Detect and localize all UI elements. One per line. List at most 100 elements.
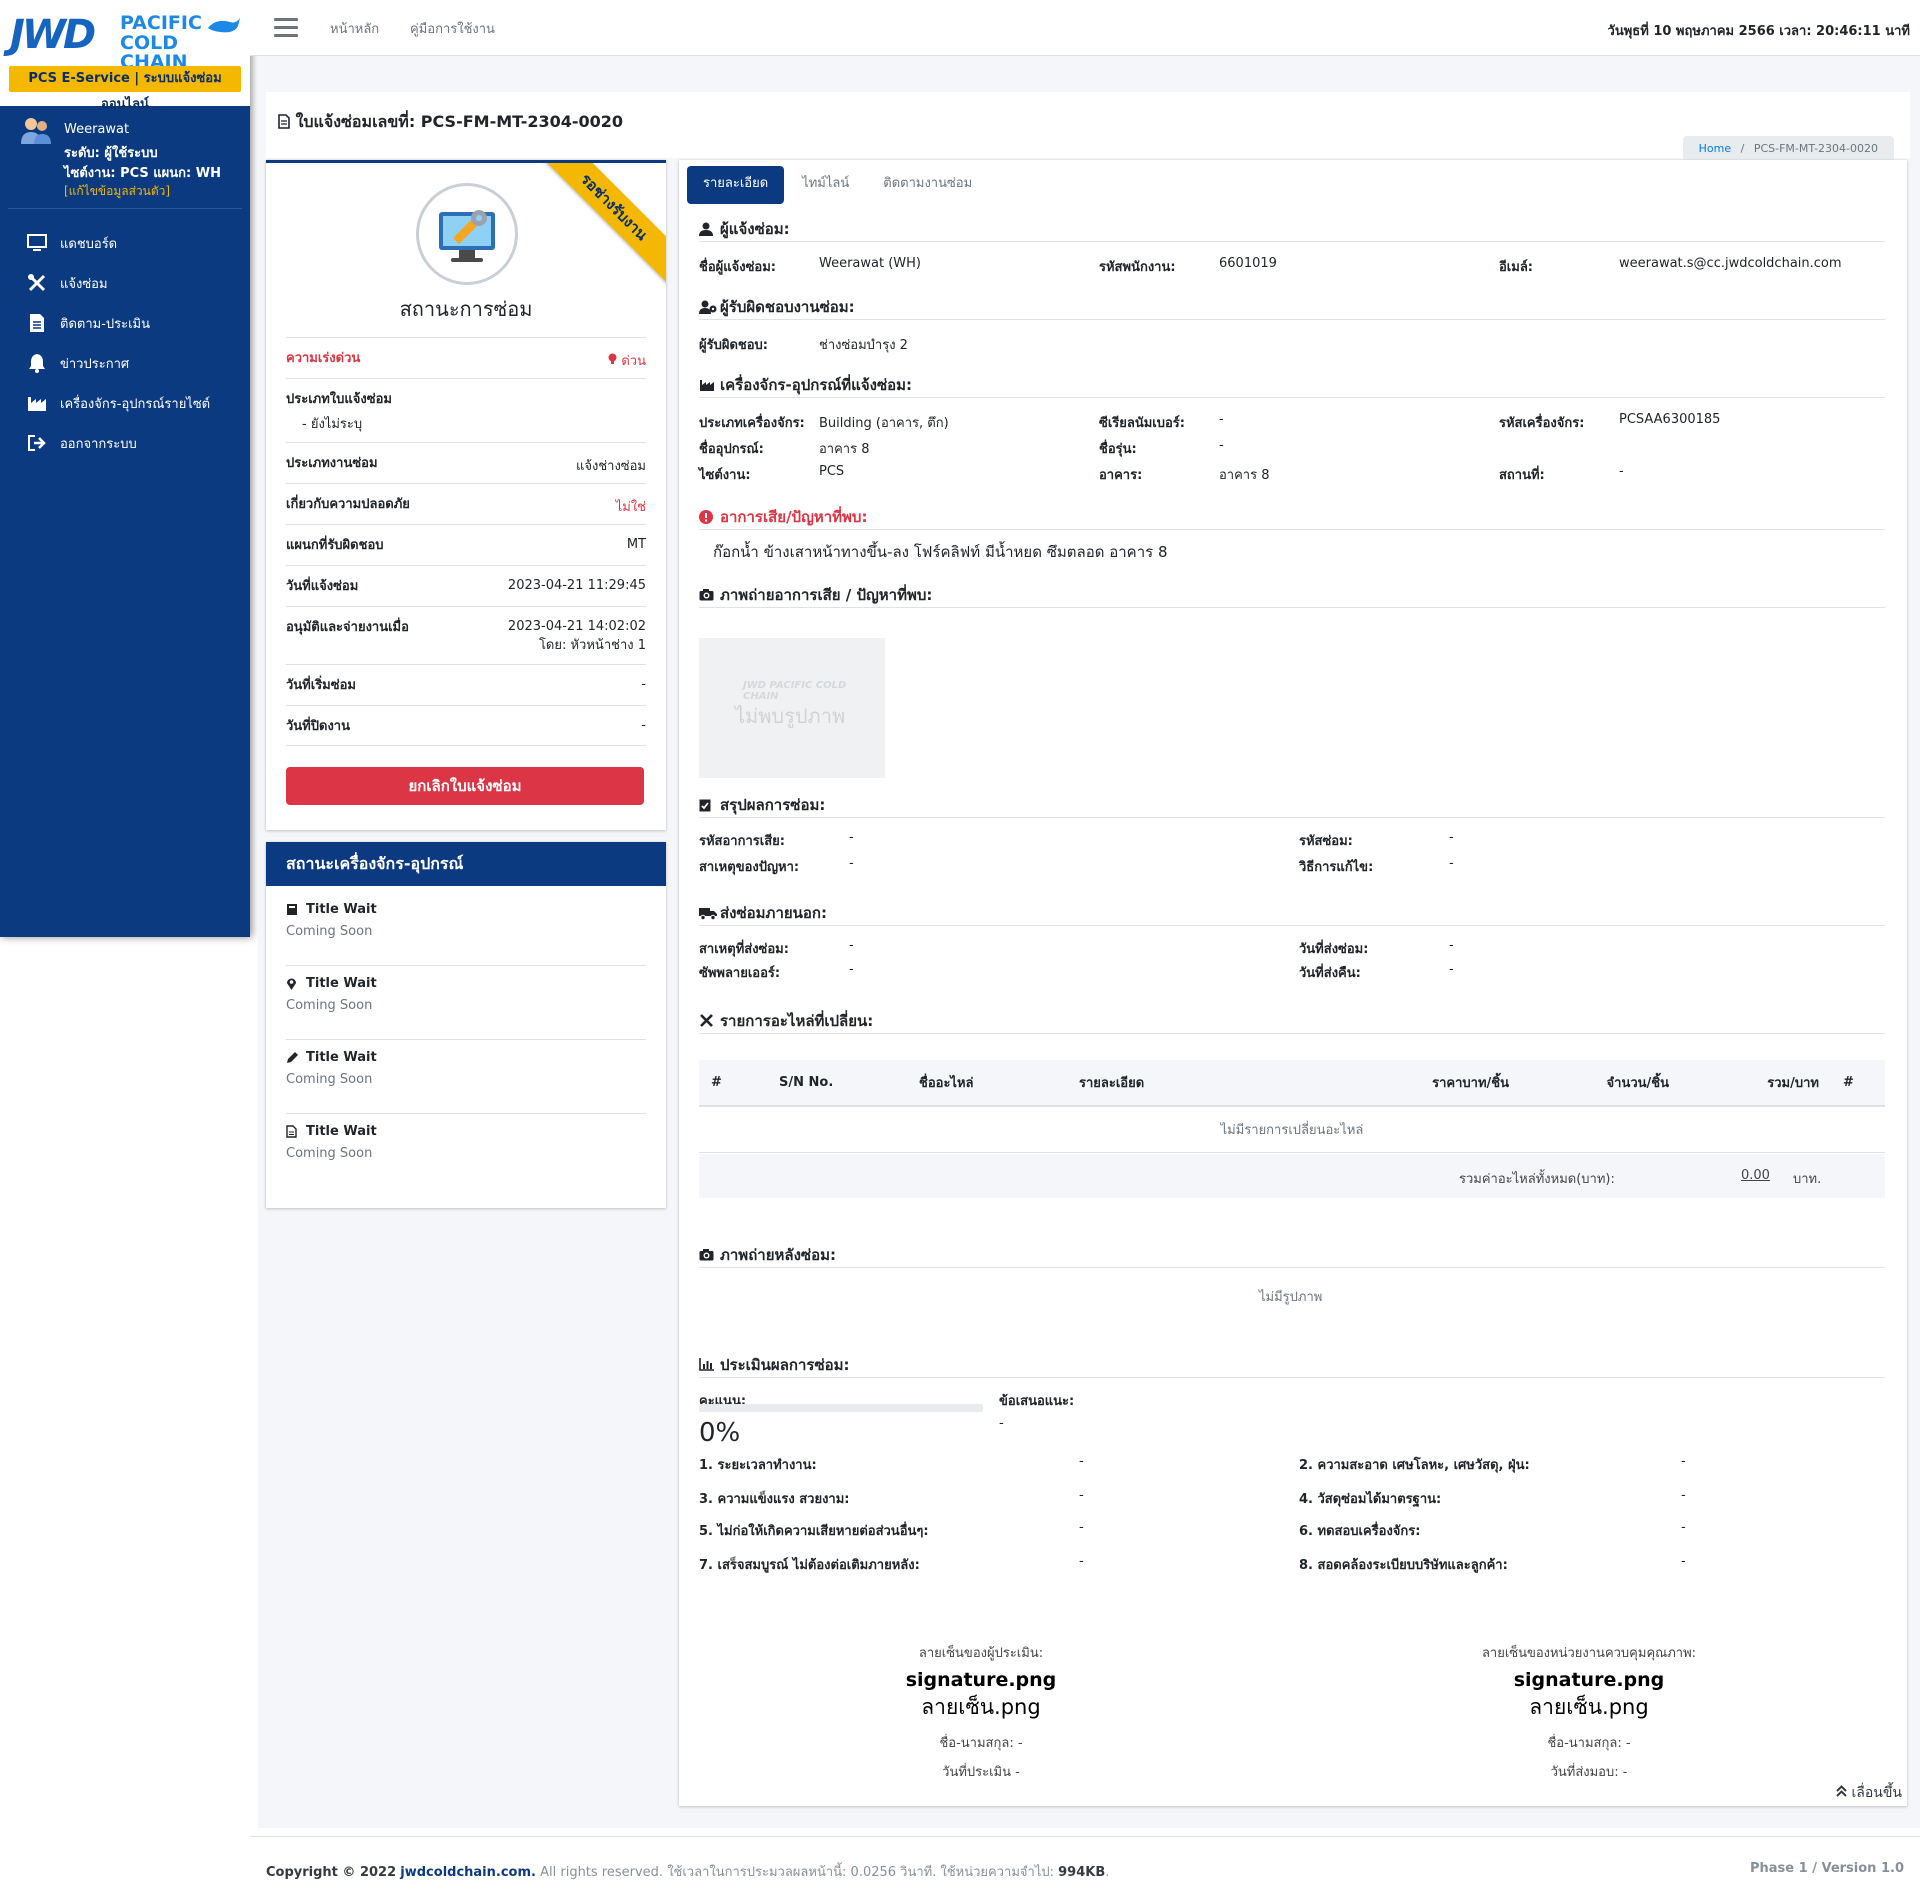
col-total: รวม/บาท	[1669, 1060, 1819, 1107]
responsible-value: ช่างซ่อมบำรุง 2	[819, 338, 908, 353]
approve-row: อนุมัติและจ่ายงานเมื่อ 2023-04-21 14:02:…	[286, 606, 646, 664]
tab-details[interactable]: รายละเอียด	[687, 166, 785, 204]
signature-image-alt-th: ลายเซ็น.png	[921, 1695, 1041, 1719]
breadcrumb-home[interactable]: Home	[1699, 142, 1731, 155]
menu-toggle-icon[interactable]	[274, 18, 298, 38]
machine-section: เครื่องจักร-อุปกรณ์ที่แจ้งซ่อม: ประเภทเค…	[699, 372, 1885, 483]
brand: JWD PACIFIC COLD CHAIN PCS E-Service | ร…	[0, 0, 250, 112]
brand-logo[interactable]: JWD PACIFIC COLD CHAIN	[10, 12, 240, 72]
section-heading: ประเมินผลการซ่อม:	[699, 1352, 1885, 1378]
item-subtitle: Coming Soon	[286, 1072, 373, 1087]
breadcrumb-current: PCS-FM-MT-2304-0020	[1753, 142, 1878, 155]
nav-home-link[interactable]: หน้าหลัก	[330, 18, 379, 39]
nav-manual-link[interactable]: คู่มือการใช้งาน	[410, 18, 495, 39]
suggestion-label: ข้อเสนอแนะ:	[999, 1394, 1075, 1409]
lightbulb-icon	[608, 353, 617, 364]
job-type-label: ประเภทงานซ่อม	[286, 456, 378, 471]
col-part-name: ชื่ออะไหล่	[889, 1060, 1049, 1107]
sidebar-item-report[interactable]: แจ้งซ่อม	[0, 263, 250, 303]
section-heading: ผู้แจ้งซ่อม:	[699, 216, 1885, 242]
sidebar-item-news[interactable]: ข่าวประกาศ	[0, 343, 250, 383]
outsource-reason-value: -	[849, 938, 854, 953]
sidebar-item-label: เครื่องจักร-อุปกรณ์รายไซต์	[60, 396, 211, 412]
email-value: weerawat.s@cc.jwdcoldchain.com	[1619, 256, 1842, 271]
criteria-value: -	[1079, 1488, 1084, 1503]
outsource-section: ส่งซ่อมภายนอก: สาเหตุที่ส่งซ่อม: - วันที…	[699, 900, 1885, 981]
report-date-value: 2023-04-21 11:29:45	[507, 578, 646, 593]
sidebar-item-dashboard[interactable]: แดชบอร์ด	[0, 223, 250, 263]
truck-icon	[699, 906, 717, 920]
tab-tracking[interactable]: ติดตามงานซ่อม	[867, 166, 988, 204]
whale-icon	[208, 18, 240, 33]
signature-title: ลายเซ็นของผู้ประเมิน:	[918, 1646, 1044, 1661]
map-marker-icon	[286, 977, 302, 991]
signature-image-alt: signature.png	[1513, 1669, 1665, 1691]
page-header: ใบแจ้งซ่อมเลขที่: PCS-FM-MT-2304-0020 Ho…	[266, 92, 1910, 162]
item-title: Title Wait	[306, 1124, 377, 1139]
approve-label: อนุมัติและจ่ายงานเมื่อ	[286, 620, 409, 635]
signature-image-alt-th: ลายเซ็น.png	[1529, 1695, 1649, 1719]
problem-text: ก๊อกน้ำ ข้างเสาหน้าทางขึ้น-ลง โฟร์คลิฟท์…	[713, 543, 1168, 561]
item-subtitle: Coming Soon	[286, 924, 373, 939]
urgency-label: ความเร่งด่วน	[286, 351, 361, 366]
tools-icon	[699, 1013, 717, 1028]
cancel-ticket-button[interactable]: ยกเลิกใบแจ้งซ่อม	[286, 767, 644, 805]
criteria-item: 5. ไม่ก่อให้เกิดความเสียหายต่อส่วนอื่นๆ:	[699, 1524, 929, 1539]
urgency-value: ด่วน	[608, 350, 646, 371]
fault-code-label: รหัสอาการเสีย:	[699, 834, 785, 849]
scroll-top-button[interactable]: เลื่อนขึ้น	[1836, 1782, 1902, 1804]
method-label: วิธีการแก้ไข:	[1299, 860, 1374, 875]
book-icon	[286, 903, 302, 916]
outsource-reason-label: สาเหตุที่ส่งซ่อม:	[699, 942, 789, 957]
supplier-label: ซัพพลายเออร์:	[699, 966, 781, 981]
edit-profile-link[interactable]: [แก้ไขข้อมูลส่วนตัว]	[64, 182, 170, 201]
dept-value: MT	[626, 537, 646, 552]
close-date-label: วันที่ปิดงาน	[286, 719, 350, 734]
section-heading: ผู้รับผิดชอบงานซ่อม:	[699, 294, 1885, 320]
reporter-name-value: Weerawat (WH)	[819, 256, 922, 271]
machine-status-item: Title Wait Coming Soon	[286, 1040, 646, 1114]
responsible-label: ผู้รับผิดชอบ:	[699, 338, 768, 353]
ticket-type-row: ประเภทใบแจ้งซ่อม - ยังไม่ระบุ	[286, 378, 646, 442]
signature-image-alt: signature.png	[905, 1669, 1057, 1691]
brand-pacific: PACIFIC	[120, 12, 202, 34]
user-site: ไซต์งาน: PCS แผนก: WH	[64, 166, 221, 181]
start-date-label: วันที่เริ่มซ่อม	[286, 678, 356, 693]
criteria-item: 3. ความแข็งแรง สวยงาม:	[699, 1492, 850, 1507]
report-date-label: วันที่แจ้งซ่อม	[286, 579, 359, 594]
urgency-row: ความเร่งด่วน ด่วน	[286, 337, 646, 378]
sidebar-item-label: แดชบอร์ด	[60, 236, 118, 252]
reporter-section: ผู้แจ้งซ่อม: ชื่อผู้แจ้งซ่อม: Weerawat (…	[699, 216, 1885, 275]
criteria-value: -	[1681, 1488, 1686, 1503]
criteria-item: 6. ทดสอบเครื่องจักร:	[1299, 1524, 1421, 1539]
section-heading: เครื่องจักร-อุปกรณ์ที่แจ้งซ่อม:	[699, 372, 1885, 398]
users-icon	[21, 118, 51, 144]
sidebar-item-machines[interactable]: เครื่องจักร-อุปกรณ์รายไซต์	[0, 383, 250, 423]
current-datetime: วันพุธที่ 10 พฤษภาคม 2566 เวลา: 20:46:11…	[1607, 24, 1910, 39]
footer-site-link[interactable]: jwdcoldchain.com.	[400, 1865, 536, 1880]
bar-chart-icon	[699, 1358, 717, 1371]
parts-table: # S/N No. ชื่ออะไหล่ รายละเอียด ราคาบาท/…	[699, 1060, 1885, 1153]
tab-timeline[interactable]: ไทม์ไลน์	[786, 166, 865, 204]
document-icon	[26, 313, 48, 333]
email-label: อีเมล์:	[1499, 260, 1533, 275]
bell-icon	[26, 353, 48, 373]
report-date-row: วันที่แจ้งซ่อม 2023-04-21 11:29:45	[286, 565, 646, 606]
section-heading: อาการเสีย/ปัญหาที่พบ:	[699, 504, 1885, 530]
signature-date: วันที่ประเมิน -	[942, 1765, 1020, 1780]
parts-total-row: รวมค่าอะไหล่ทั้งหมด(บาท): 0.00 บาท.	[699, 1154, 1885, 1198]
return-date-value: -	[1449, 962, 1454, 977]
approve-by: โดย: หัวหน้าช่าง 1	[538, 638, 646, 653]
serial-value: -	[1219, 412, 1224, 427]
machine-status-item: Title Wait Coming Soon	[286, 1114, 646, 1188]
serial-label: ซีเรียลนัมเบอร์:	[1099, 416, 1185, 431]
machine-code-label: รหัสเครื่องจักร:	[1499, 416, 1585, 431]
sidebar-item-track[interactable]: ติดตาม-ประเมิน	[0, 303, 250, 343]
item-title: Title Wait	[306, 1050, 377, 1065]
supplier-value: -	[849, 962, 854, 977]
sidebar-item-logout[interactable]: ออกจากระบบ	[0, 423, 250, 463]
sidebar-nav: แดชบอร์ด แจ้งซ่อม ติดตาม-ประเมิน ข่าวประ…	[0, 209, 250, 463]
footer-memory: 994KB	[1058, 1865, 1106, 1880]
machine-status-item: Title Wait Coming Soon	[286, 966, 646, 1040]
problem-photo-placeholder[interactable]: JWD PACIFIC COLD CHAIN ไม่พบรูปภาพ	[699, 638, 885, 778]
